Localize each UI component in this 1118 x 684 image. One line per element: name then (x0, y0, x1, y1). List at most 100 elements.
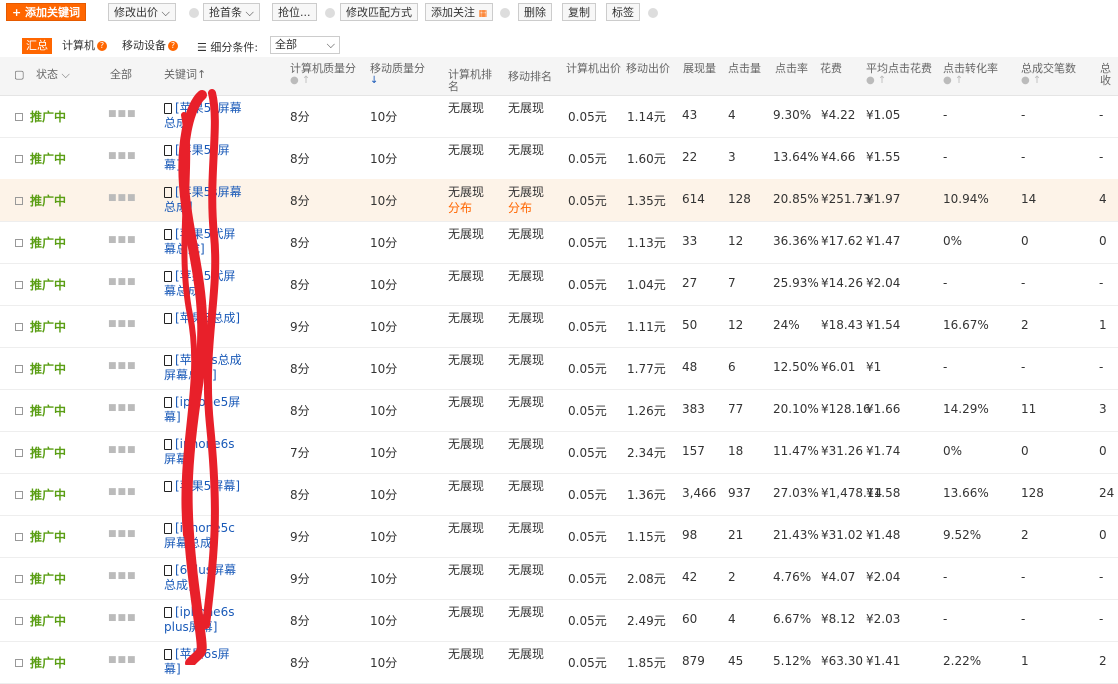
pc-bid-value[interactable]: 0.05元 (568, 236, 607, 250)
header-clicks[interactable]: 点击量 (728, 63, 761, 75)
pc-bid-value[interactable]: 0.05元 (568, 152, 607, 166)
more-dots-icon[interactable]: ■■■ (108, 571, 137, 581)
header-all[interactable]: 全部 (110, 69, 132, 81)
help-icon[interactable] (325, 8, 335, 18)
tab-summary[interactable]: 汇总 (22, 38, 52, 54)
keyword-link[interactable]: [苹果5s屏幕总成] (164, 185, 244, 215)
help-icon[interactable] (189, 8, 199, 18)
keyword-text[interactable]: [iphone6s屏幕] (164, 437, 234, 466)
header-pc-quality[interactable]: 计算机质量分 ● ↑ (290, 63, 356, 87)
more-dots-icon[interactable]: ■■■ (108, 361, 137, 371)
header-pc-bid[interactable]: 计算机出价 (566, 63, 621, 75)
add-follow-button[interactable]: 添加关注 ▦ (425, 3, 494, 21)
keyword-text[interactable]: [苹果6s屏幕] (164, 647, 230, 676)
row-checkbox[interactable] (15, 407, 23, 415)
keyword-link[interactable]: [苹果5屏幕] (164, 479, 244, 494)
row-checkbox[interactable] (15, 155, 23, 163)
row-checkbox[interactable] (15, 617, 23, 625)
pc-rank-distribution-link[interactable]: 分布 (448, 201, 472, 215)
keyword-text[interactable]: [苹果5s屏幕总成] (164, 101, 242, 130)
pc-bid-cell[interactable]: 0.05元 (568, 360, 607, 377)
row-checkbox[interactable] (15, 365, 23, 373)
more-dots-icon[interactable]: ■■■ (108, 655, 137, 665)
header-mobile-bid[interactable]: 移动出价 (626, 63, 670, 75)
more-dots-icon[interactable]: ■■■ (108, 277, 137, 287)
grab-first-dropdown[interactable]: 抢首条 ⌵ (203, 3, 260, 21)
row-checkbox[interactable] (15, 449, 23, 457)
header-ctr[interactable]: 点击率 (775, 63, 808, 75)
tab-computer[interactable]: 计算机? (58, 38, 111, 54)
pc-bid-cell[interactable]: 0.05元 (568, 234, 607, 251)
pc-bid-cell[interactable]: 0.05元 (568, 528, 607, 545)
pc-bid-cell[interactable]: 0.05元 (568, 444, 607, 461)
more-dots-icon[interactable]: ■■■ (108, 487, 137, 497)
keyword-link[interactable]: [苹果5s总成屏幕总成] (164, 353, 244, 383)
row-checkbox[interactable] (15, 113, 23, 121)
keyword-link[interactable]: [iphone6s plus屏幕] (164, 605, 244, 635)
keyword-text[interactable]: [苹果5代屏幕总成] (164, 227, 235, 256)
pc-bid-value[interactable]: 0.05元 (568, 194, 607, 208)
keyword-text[interactable]: [iphone5c屏幕总成] (164, 521, 235, 550)
filter-select[interactable]: 全部 ⌵ (270, 36, 340, 54)
more-dots-icon[interactable]: ■■■ (108, 529, 137, 539)
keyword-text[interactable]: [苹果5代屏幕总成] (164, 269, 235, 298)
row-checkbox[interactable] (15, 281, 23, 289)
more-dots-icon[interactable]: ■■■ (108, 235, 137, 245)
grab-position-button[interactable]: 抢位... (272, 3, 317, 21)
keyword-text[interactable]: [苹果5s总成屏幕总成] (164, 353, 242, 382)
pc-bid-cell[interactable]: 0.05元 (568, 570, 607, 587)
select-all-checkbox[interactable]: ▢ (14, 69, 24, 81)
pc-bid-cell[interactable]: 0.05元 (568, 192, 607, 209)
add-keyword-button[interactable]: + 添加关键词 (6, 3, 87, 21)
help-icon[interactable] (500, 8, 510, 18)
keyword-link[interactable]: [苹果5代屏幕总成] (164, 269, 244, 299)
pc-bid-cell[interactable]: 0.05元 (568, 654, 607, 671)
row-checkbox[interactable] (15, 659, 23, 667)
header-collect[interactable]: 总收 (1100, 63, 1118, 87)
more-dots-icon[interactable]: ■■■ (108, 109, 137, 119)
header-mobile-quality[interactable]: 移动质量分 ↓ (370, 63, 425, 87)
pc-bid-value[interactable]: 0.05元 (568, 656, 607, 670)
pc-bid-cell[interactable]: 0.05元 (568, 318, 607, 335)
header-pc-rank[interactable]: 计算机排名 (448, 69, 500, 93)
pc-bid-value[interactable]: 0.05元 (568, 320, 607, 334)
pc-bid-value[interactable]: 0.05元 (568, 362, 607, 376)
row-checkbox[interactable] (15, 323, 23, 331)
pc-bid-cell[interactable]: 0.05元 (568, 276, 607, 293)
keyword-link[interactable]: [苹果5总成] (164, 311, 244, 326)
keyword-text[interactable]: [6plus屏幕总成] (164, 563, 236, 592)
pc-bid-cell[interactable]: 0.05元 (568, 612, 607, 629)
pc-bid-value[interactable]: 0.05元 (568, 614, 607, 628)
modify-match-button[interactable]: 修改匹配方式 (340, 3, 418, 21)
pc-bid-cell[interactable]: 0.05元 (568, 150, 607, 167)
pc-bid-cell[interactable]: 0.05元 (568, 486, 607, 503)
more-dots-icon[interactable]: ■■■ (108, 403, 137, 413)
pc-bid-value[interactable]: 0.05元 (568, 530, 607, 544)
pc-bid-cell[interactable]: 0.05元 (568, 402, 607, 419)
header-status[interactable]: 状态 ⌵ (36, 69, 70, 81)
header-impressions[interactable]: 展现量 (683, 63, 716, 75)
keyword-text[interactable]: [苹果5屏幕] (175, 479, 240, 493)
modify-bid-dropdown[interactable]: 修改出价 ⌵ (108, 3, 176, 21)
keyword-link[interactable]: [苹果5代屏幕总成] (164, 227, 244, 257)
keyword-text[interactable]: [苹果5总成] (175, 311, 240, 325)
pc-bid-cell[interactable]: 0.05元 (568, 108, 607, 125)
header-cost[interactable]: 花费 (820, 63, 842, 75)
pc-bid-value[interactable]: 0.05元 (568, 278, 607, 292)
help-icon[interactable] (648, 8, 658, 18)
keyword-text[interactable]: [苹果5s屏幕总成] (164, 185, 242, 214)
header-conv-rate[interactable]: 点击转化率 ● ↑ (943, 63, 998, 87)
pc-bid-value[interactable]: 0.05元 (568, 404, 607, 418)
header-keyword[interactable]: 关键词↑ (164, 69, 206, 81)
keyword-text[interactable]: [iphone6s plus屏幕] (164, 605, 234, 634)
row-checkbox[interactable] (15, 239, 23, 247)
row-checkbox[interactable] (15, 533, 23, 541)
row-checkbox[interactable] (15, 491, 23, 499)
header-orders[interactable]: 总成交笔数 ● ↑ (1021, 63, 1076, 87)
keyword-link[interactable]: [6plus屏幕总成] (164, 563, 244, 593)
keyword-text[interactable]: [iphone5屏幕] (164, 395, 240, 424)
tab-mobile[interactable]: 移动设备? (118, 38, 182, 54)
keyword-link[interactable]: [苹果5s屏幕] (164, 143, 244, 173)
more-dots-icon[interactable]: ■■■ (108, 151, 137, 161)
pc-bid-value[interactable]: 0.05元 (568, 110, 607, 124)
